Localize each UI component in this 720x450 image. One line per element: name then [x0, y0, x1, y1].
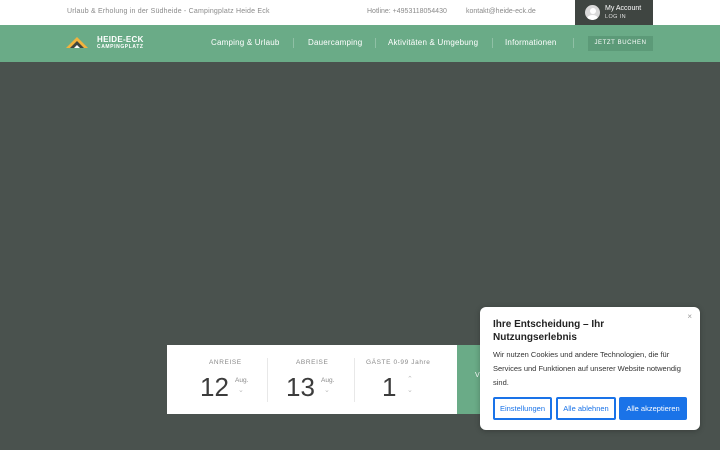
departure-month: Aug. [321, 377, 335, 384]
departure-label: ABREISE [296, 359, 329, 366]
site-logo[interactable]: HEIDE-ECK CAMPINGPLATZ [66, 35, 156, 53]
cookie-consent-dialog: × Ihre Entscheidung – Ihr Nutzungserlebn… [480, 307, 700, 430]
top-bar: Urlaub & Erholung in der Südheide - Camp… [0, 0, 720, 25]
arrival-field[interactable]: ANREISE 12 Aug. ⌄ [167, 345, 267, 414]
nav-divider [293, 38, 294, 48]
departure-field[interactable]: ABREISE 13 Aug. ⌄ [268, 345, 354, 414]
site-tagline: Urlaub & Erholung in der Südheide - Camp… [67, 8, 270, 15]
cookie-accept-all-button[interactable]: Alle akzeptieren [619, 397, 687, 420]
logo-line-2: CAMPINGPLATZ [97, 44, 144, 50]
account-login-label: LOG IN [605, 14, 627, 20]
chevron-down-icon[interactable]: ⌄ [238, 386, 244, 394]
tent-mountain-icon [66, 37, 88, 48]
chevron-down-icon[interactable]: ⌄ [407, 386, 413, 394]
departure-day: 13 [286, 372, 315, 402]
chevron-down-icon[interactable]: ⌄ [324, 386, 330, 394]
nav-item-aktivitaeten[interactable]: Aktivitäten & Umgebung [388, 38, 478, 47]
hotline-link[interactable]: Hotline: +4953118054430 [367, 8, 447, 15]
guests-label: GÄSTE 0-99 Jahre [366, 359, 431, 366]
search-button-label: V [475, 372, 480, 379]
user-avatar-icon [585, 5, 600, 20]
account-title: My Account [605, 5, 642, 12]
arrival-label: ANREISE [209, 359, 242, 366]
chevron-up-icon[interactable]: ⌃ [407, 375, 413, 383]
book-now-button[interactable]: JETZT BUCHEN [588, 36, 653, 51]
my-account-button[interactable]: My Account LOG IN [575, 0, 653, 25]
main-navbar: HEIDE-ECK CAMPINGPLATZ Camping & Urlaub … [0, 25, 720, 62]
cookie-reject-all-button[interactable]: Alle ablehnen [556, 397, 616, 420]
nav-divider [375, 38, 376, 48]
nav-item-dauercamping[interactable]: Dauercamping [308, 38, 362, 47]
close-icon[interactable]: × [687, 312, 692, 321]
guests-field[interactable]: GÄSTE 0-99 Jahre 1 ⌃ ⌄ [355, 345, 457, 414]
booking-widget: ANREISE 12 Aug. ⌄ ABREISE 13 Aug. ⌄ GÄST… [167, 345, 457, 414]
guests-count: 1 [382, 372, 397, 402]
logo-line-1: HEIDE-ECK [97, 35, 144, 44]
nav-item-camping-urlaub[interactable]: Camping & Urlaub [211, 38, 280, 47]
cookie-text: Wir nutzen Cookies und andere Technologi… [493, 350, 681, 387]
cookie-settings-button[interactable]: Einstellungen [493, 397, 552, 420]
nav-divider [573, 38, 574, 48]
arrival-month: Aug. [235, 377, 249, 384]
nav-item-informationen[interactable]: Informationen [505, 38, 557, 47]
email-link[interactable]: kontakt@heide-eck.de [466, 8, 536, 15]
cookie-title: Ihre Entscheidung – Ihr Nutzungserlebnis [493, 319, 605, 343]
arrival-day: 12 [200, 372, 229, 402]
nav-divider [492, 38, 493, 48]
